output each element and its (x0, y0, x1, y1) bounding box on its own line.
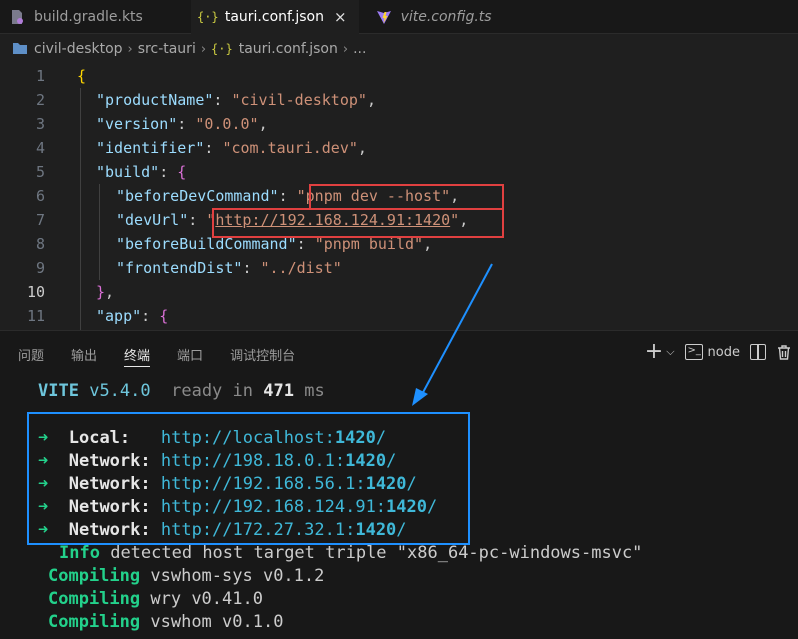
annotation-arrow (412, 263, 493, 406)
